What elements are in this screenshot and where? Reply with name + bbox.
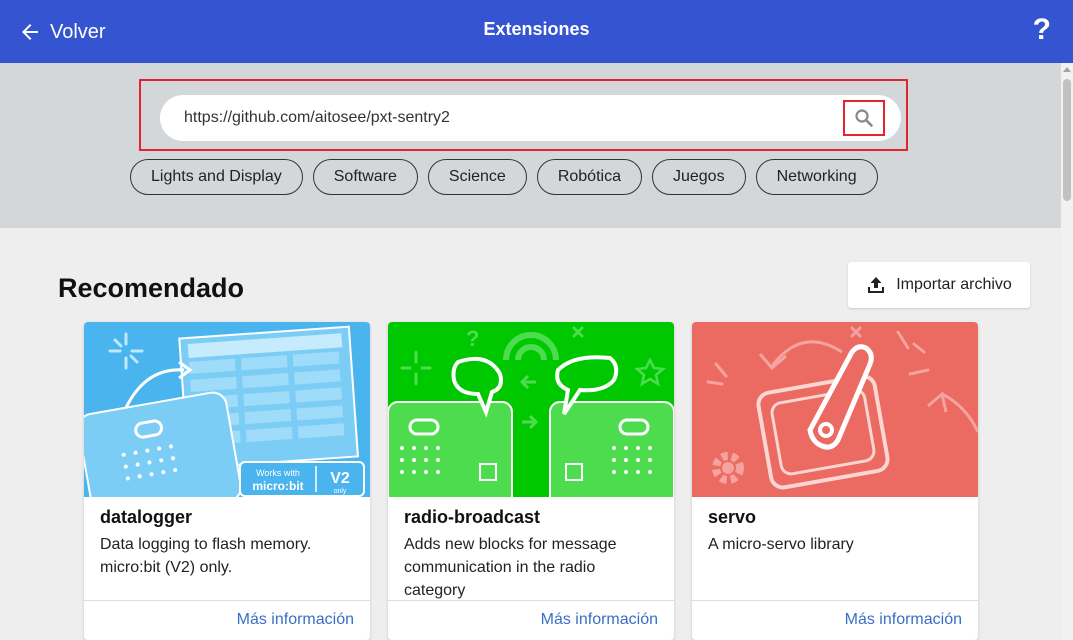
search-icon — [855, 109, 873, 127]
radio-broadcast-illustration: ? — [388, 322, 674, 497]
scrollbar[interactable] — [1061, 63, 1073, 640]
card-footer: Más información — [388, 600, 674, 640]
svg-text:?: ? — [466, 326, 479, 351]
badge-v2: V2 — [330, 470, 350, 487]
category-chips: Lights and Display Software Science Robó… — [130, 159, 878, 195]
import-file-button[interactable]: Importar archivo — [848, 262, 1030, 308]
more-info-link[interactable]: Más información — [237, 611, 354, 629]
category-robotica[interactable]: Robótica — [536, 159, 642, 195]
datalogger-illustration: Works with micro:bit V2 only — [84, 322, 370, 497]
search-input[interactable] — [184, 95, 834, 141]
import-file-label: Importar archivo — [896, 276, 1012, 293]
badge-works-with: Works with — [256, 468, 300, 478]
category-software[interactable]: Software — [312, 159, 418, 195]
category-lights-and-display[interactable]: Lights and Display — [130, 159, 303, 195]
more-info-link[interactable]: Más información — [845, 611, 962, 629]
extension-card-radio-broadcast[interactable]: ? radio-broadcast Adds new blocks for me… — [388, 322, 674, 640]
card-description: Adds new blocks for message communicatio… — [404, 536, 617, 599]
card-footer: Más información — [84, 600, 370, 640]
radio-broadcast-image: ? — [388, 322, 674, 497]
extension-card-datalogger[interactable]: Works with micro:bit V2 only datalogger … — [84, 322, 370, 640]
datalogger-image: Works with micro:bit V2 only — [84, 322, 370, 497]
servo-illustration — [692, 322, 978, 497]
card-description: A micro-servo library — [708, 536, 854, 553]
category-juegos[interactable]: Juegos — [651, 159, 746, 195]
search-box — [160, 95, 901, 141]
extension-card-servo[interactable]: servo A micro-servo library Más informac… — [692, 322, 978, 640]
page-title: Extensiones — [483, 19, 590, 39]
badge-only: only — [334, 488, 347, 495]
scroll-thumb[interactable] — [1063, 79, 1071, 201]
card-description: Data logging to flash memory. micro:bit … — [100, 536, 312, 576]
servo-image — [692, 322, 978, 497]
category-science[interactable]: Science — [427, 159, 527, 195]
more-info-link[interactable]: Más información — [541, 611, 658, 629]
scroll-up-icon[interactable] — [1063, 67, 1071, 72]
card-footer: Más información — [692, 600, 978, 640]
card-name: datalogger — [100, 507, 193, 527]
search-button[interactable] — [843, 100, 885, 136]
upload-icon — [868, 277, 885, 293]
category-networking[interactable]: Networking — [755, 159, 878, 195]
card-name: servo — [708, 507, 757, 527]
search-area: Lights and Display Software Science Robó… — [0, 63, 1061, 228]
section-title: Recomendado — [58, 273, 245, 303]
badge-microbit: micro:bit — [252, 479, 303, 493]
card-name: radio-broadcast — [404, 507, 541, 527]
help-button[interactable]: ? — [1033, 12, 1051, 48]
header-bar: Volver Extensiones ? — [0, 0, 1073, 63]
